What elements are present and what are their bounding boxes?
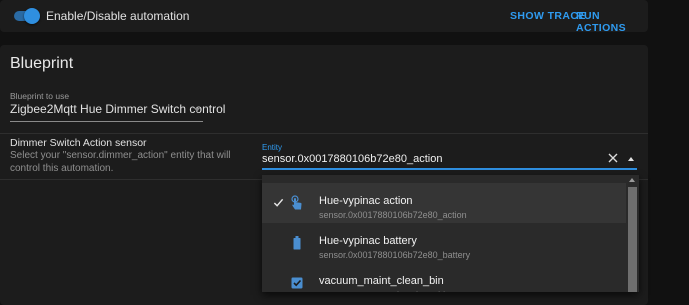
list-item[interactable]: vacuum_maint_clean_bin sensor.vacuum_mai… bbox=[262, 263, 626, 292]
chevron-down-icon bbox=[194, 108, 200, 112]
enable-automation-toggle[interactable] bbox=[14, 8, 40, 24]
show-trace-button[interactable]: SHOW TRACE bbox=[510, 10, 586, 22]
blueprint-title: Blueprint bbox=[10, 55, 74, 72]
list-item[interactable]: Hue-vypinac battery sensor.0x0017880106b… bbox=[262, 223, 626, 263]
entity-picker-field[interactable]: Entity sensor.0x0017880106b72e80_action bbox=[262, 143, 637, 170]
item-name: Hue-vypinac battery bbox=[319, 235, 417, 247]
close-icon[interactable] bbox=[607, 152, 619, 164]
checkbox-marked-icon bbox=[291, 277, 303, 289]
dropdown-scrollbar[interactable] bbox=[626, 175, 639, 292]
entity-field-label: Entity bbox=[262, 143, 283, 152]
blueprint-select[interactable]: Zigbee2Mqtt Hue Dimmer Switch control bbox=[10, 102, 225, 122]
entity-field-value[interactable]: sensor.0x0017880106b72e80_action bbox=[262, 153, 442, 165]
chevron-up-icon[interactable] bbox=[628, 157, 634, 161]
item-name: Hue-vypinac action bbox=[319, 195, 413, 207]
automation-header-card: Enable/Disable automation SHOW TRACE RUN… bbox=[0, 0, 648, 34]
item-entity-id: sensor.0x0017880106b72e80_action bbox=[319, 210, 467, 220]
input-title: Dimmer Switch Action sensor bbox=[10, 137, 147, 149]
run-actions-button[interactable]: RUN ACTIONS bbox=[576, 10, 648, 34]
gesture-tap-icon bbox=[291, 195, 302, 210]
item-entity-id: sensor.0x0017880106b72e80_battery bbox=[319, 250, 471, 260]
blueprint-select-label: Blueprint to use bbox=[10, 91, 70, 101]
list-item[interactable]: Hue-vypinac action sensor.0x0017880106b7… bbox=[262, 183, 626, 223]
toggle-knob bbox=[24, 8, 40, 24]
item-name: vacuum_maint_clean_bin bbox=[319, 275, 444, 287]
entity-dropdown-list: Hue-vypinac action sensor.0x0017880106b7… bbox=[262, 175, 639, 292]
battery-icon bbox=[293, 236, 301, 250]
scroll-up-arrow-icon[interactable] bbox=[629, 178, 635, 182]
scrollbar-thumb[interactable] bbox=[628, 187, 637, 292]
check-icon bbox=[273, 198, 284, 207]
divider bbox=[0, 133, 648, 134]
input-description: Select your "sensor.dimmer_action" entit… bbox=[10, 150, 231, 174]
toggle-label: Enable/Disable automation bbox=[46, 9, 190, 23]
